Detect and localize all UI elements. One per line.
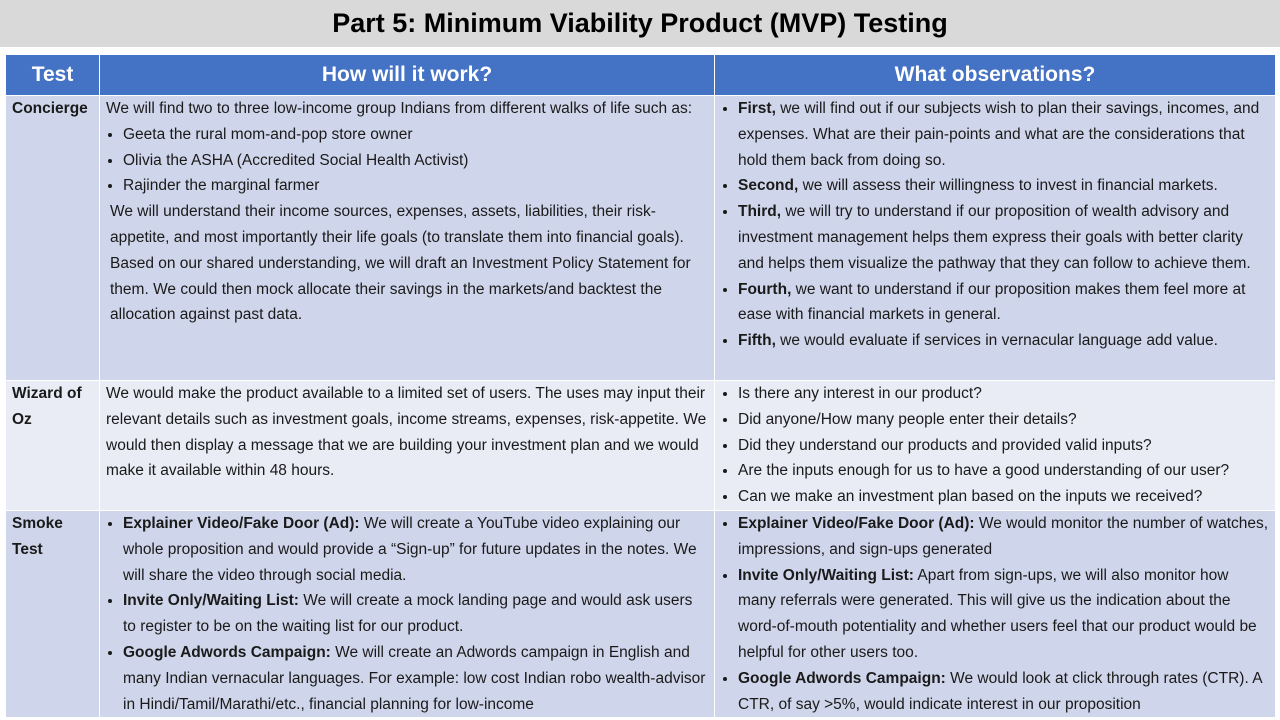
lead-text: Explainer Video/Fake Door (Ad): [123, 514, 360, 532]
how-outro: We will understand their income sources,… [110, 203, 691, 324]
lead-text: First, [738, 100, 776, 117]
item-text: we want to understand if our proposition… [738, 280, 1246, 324]
test-name: Smoke Test [5, 509, 100, 719]
item-text: we will find out if our subjects wish to… [738, 100, 1260, 169]
list-item: Is there any interest in our product? [738, 381, 1269, 407]
list-item: Explainer Video/Fake Door (Ad): We will … [123, 511, 708, 588]
list-item: Second, we will assess their willingness… [738, 173, 1269, 199]
list-item: Geeta the rural mom-and-pop store owner [123, 122, 708, 148]
observation-list: First, we will find out if our subjects … [721, 96, 1269, 354]
list-item: Did anyone/How many people enter their d… [738, 407, 1269, 433]
how-cell: We will find two to three low-income gro… [99, 95, 715, 381]
list-item: Explainer Video/Fake Door (Ad): We would… [738, 511, 1269, 563]
observation-list: Explainer Video/Fake Door (Ad): We would… [721, 511, 1269, 717]
list-item: Fifth, we would evaluate if services in … [738, 328, 1269, 354]
lead-text: Google Adwords Campaign: [738, 669, 946, 687]
column-header-test: Test [5, 54, 100, 96]
lead-text: Second, [738, 177, 799, 195]
list-item: Google Adwords Campaign: We would look a… [738, 666, 1269, 718]
title-bar: Part 5: Minimum Viability Product (MVP) … [0, 0, 1280, 47]
list-item: Rajinder the marginal farmer [123, 173, 708, 199]
observations-cell: Is there any interest in our product? Di… [714, 380, 1276, 511]
how-cell: Explainer Video/Fake Door (Ad): We will … [99, 509, 715, 719]
list-item: Invite Only/Waiting List: Apart from sig… [738, 563, 1269, 666]
list-item: Invite Only/Waiting List: We will create… [123, 588, 708, 640]
column-header-how: How will it work? [99, 54, 715, 96]
header-row: Test How will it work? What observations… [5, 54, 1276, 96]
how-bullet-list: Geeta the rural mom-and-pop store owner … [106, 122, 708, 199]
table-row-smoke-test: Smoke Test Explainer Video/Fake Door (Ad… [5, 509, 1276, 719]
list-item: Fourth, we want to understand if our pro… [738, 277, 1269, 329]
column-header-observations: What observations? [714, 54, 1276, 96]
item-text: we would evaluate if services in vernacu… [775, 332, 1218, 350]
lead-text: Fifth, [738, 332, 776, 350]
how-intro: We will find two to three low-income gro… [106, 100, 693, 117]
item-text: we will try to understand if our proposi… [738, 203, 1251, 272]
observations-cell: First, we will find out if our subjects … [714, 95, 1276, 381]
list-item: Third, we will try to understand if our … [738, 199, 1269, 276]
lead-text: Fourth, [738, 280, 792, 298]
observation-list: Is there any interest in our product? Di… [721, 381, 1269, 510]
test-name: Wizard of Oz [5, 380, 100, 511]
observations-cell: Explainer Video/Fake Door (Ad): We would… [714, 509, 1276, 719]
lead-text: Third, [738, 203, 782, 221]
list-item: Google Adwords Campaign: We will create … [123, 640, 708, 717]
list-item: Did they understand our products and pro… [738, 433, 1269, 459]
how-cell: We would make the product available to a… [99, 380, 715, 511]
lead-text: Google Adwords Campaign: [123, 643, 331, 661]
page-title: Part 5: Minimum Viability Product (MVP) … [332, 8, 948, 38]
lead-text: Invite Only/Waiting List: [738, 566, 914, 584]
table-row-wizard-of-oz: Wizard of Oz We would make the product a… [5, 380, 1276, 511]
mvp-table: Test How will it work? What observations… [5, 54, 1276, 719]
list-item: First, we will find out if our subjects … [738, 96, 1269, 173]
table-row-concierge: Concierge We will find two to three low-… [5, 95, 1276, 381]
how-bullet-list: Explainer Video/Fake Door (Ad): We will … [106, 511, 708, 717]
list-item: Olivia the ASHA (Accredited Social Healt… [123, 148, 708, 174]
test-name: Concierge [5, 95, 100, 381]
list-item: Are the inputs enough for us to have a g… [738, 458, 1269, 484]
list-item: Can we make an investment plan based on … [738, 484, 1269, 510]
lead-text: Explainer Video/Fake Door (Ad): [738, 514, 975, 532]
item-text: we will assess their willingness to inve… [798, 177, 1218, 195]
lead-text: Invite Only/Waiting List: [123, 592, 299, 610]
